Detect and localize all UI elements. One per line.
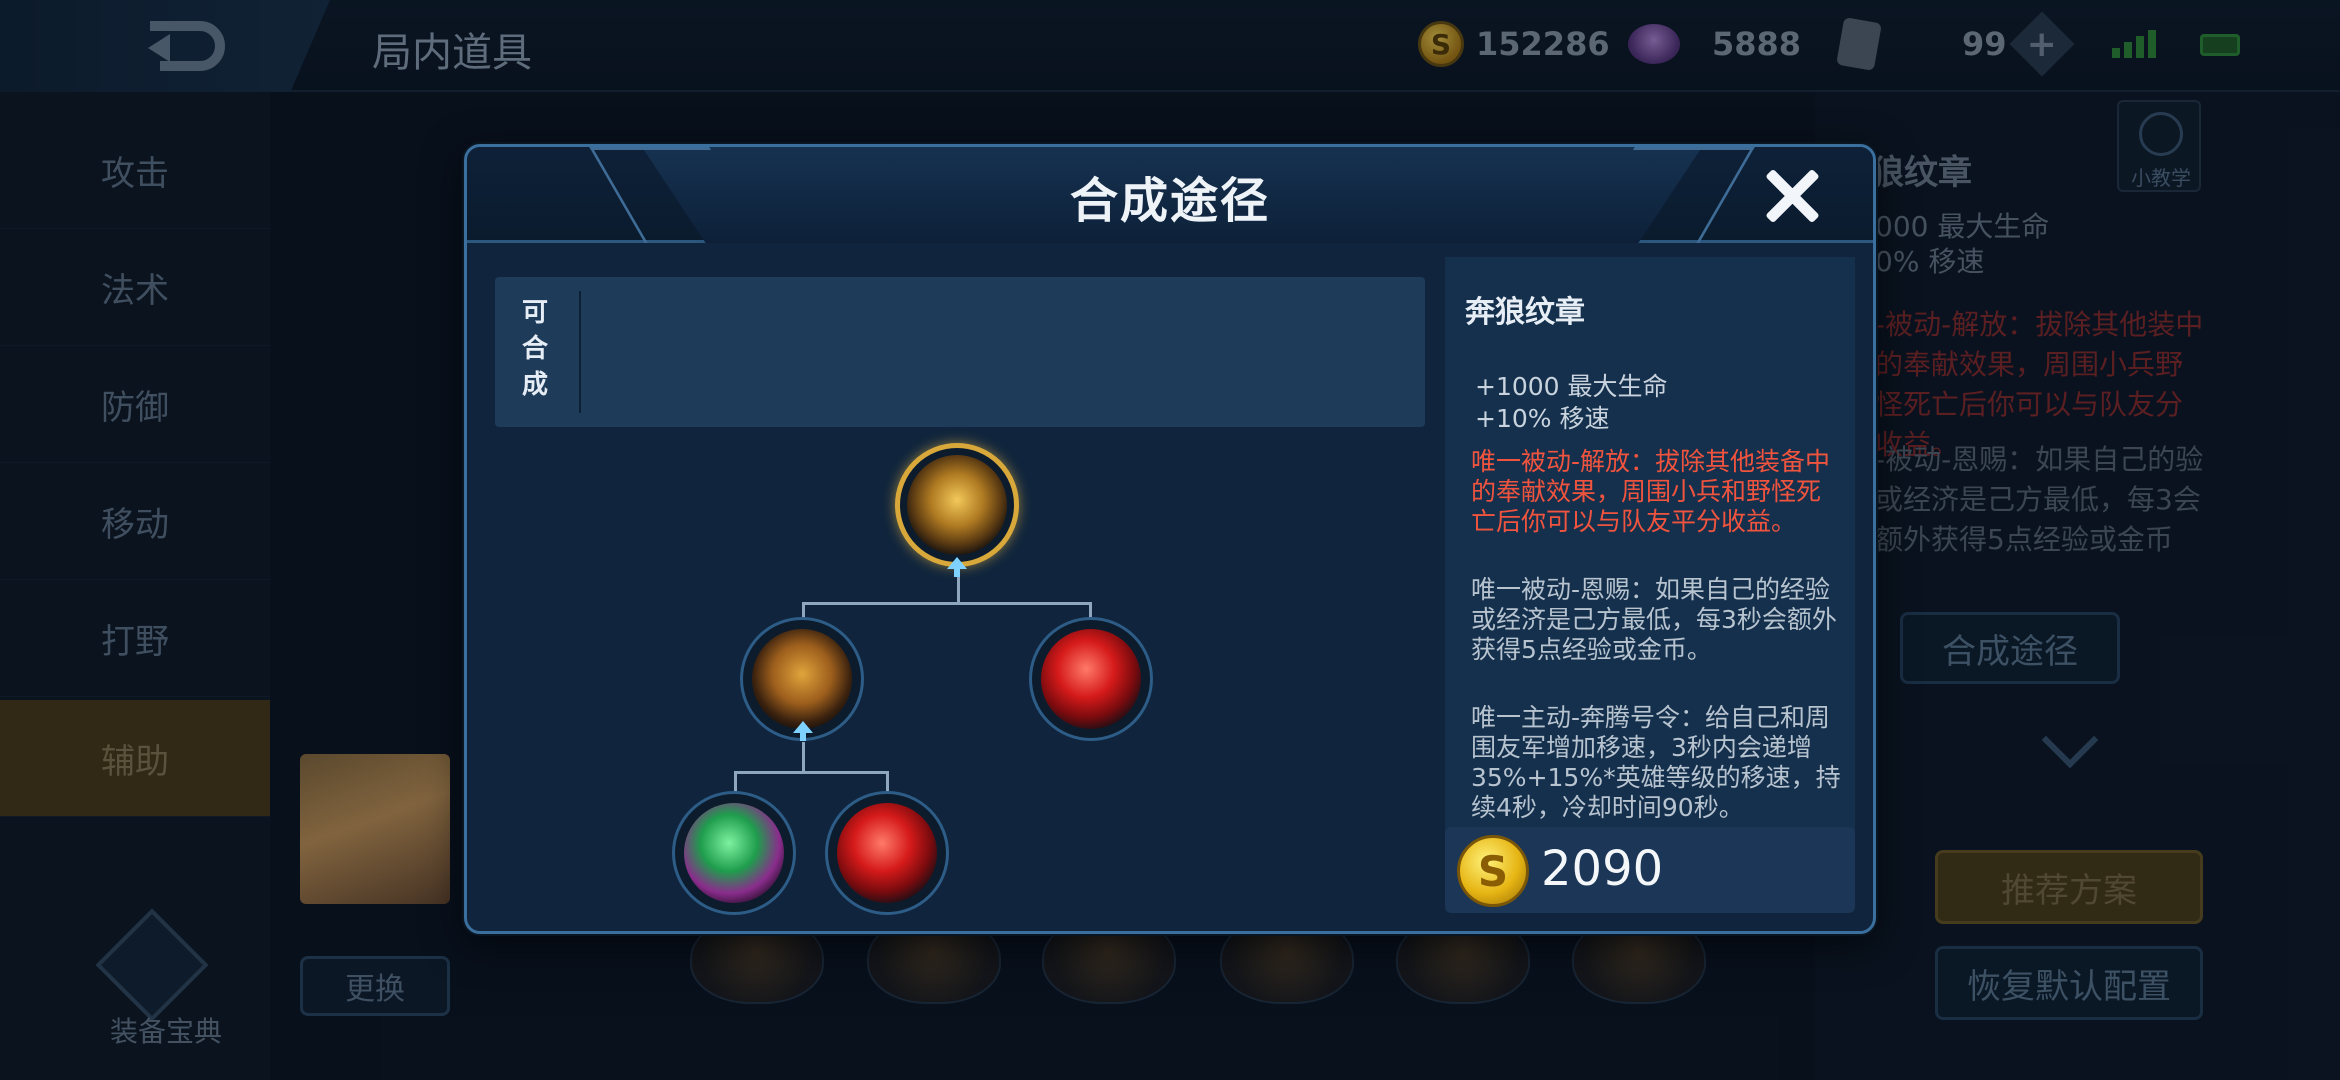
jade-pendant-icon — [684, 803, 784, 903]
passive-blessing-text: 唯一被动-恩赐：如果自己的经验或经济是己方最低，每3秒会额外获得5点经验或金币。 — [1471, 575, 1837, 664]
active-command-text: 唯一主动-奔腾号令：给自己和周围友军增加移速，3秒内会递增35%+15%*英雄等… — [1471, 703, 1841, 822]
modal-title: 合成途径 — [1069, 173, 1270, 229]
component-ruby[interactable] — [1029, 617, 1153, 741]
item-name: 奔狼纹章 — [1465, 295, 1585, 330]
ruby-icon — [837, 803, 937, 903]
craftable-label: 可合成 — [521, 298, 548, 400]
emblem-icon — [907, 455, 1007, 555]
item-stat: +10% 移速 — [1475, 404, 1610, 433]
modal-header: 合成途径 — [467, 147, 1873, 243]
component-jade-pendant[interactable] — [672, 791, 796, 915]
gold-coin-icon: S — [1457, 835, 1529, 907]
craft-path-modal: 合成途径 可合成 奔狼纹章 +1000 最大生命 +10% 移速 唯一被动-解放… — [464, 144, 1876, 934]
component-ruby[interactable] — [825, 791, 949, 915]
price-bar: S 2090 — [1445, 827, 1855, 913]
passive-release-text: 唯一被动-解放：拔除其他装备中的奉献效果，周围小兵和野怪死亡后你可以与队友平分收… — [1471, 447, 1831, 536]
item-stat: +1000 最大生命 — [1475, 372, 1668, 401]
close-icon[interactable] — [1757, 161, 1827, 231]
craftable-into-box: 可合成 — [495, 277, 1425, 427]
target-item-emblem[interactable] — [895, 443, 1019, 567]
shield-emblem-icon — [752, 629, 852, 729]
ruby-icon — [1041, 629, 1141, 729]
item-price: 2090 — [1541, 841, 1664, 897]
item-description-panel[interactable]: 奔狼纹章 +1000 最大生命 +10% 移速 唯一被动-解放：拔除其他装备中的… — [1445, 257, 1855, 847]
